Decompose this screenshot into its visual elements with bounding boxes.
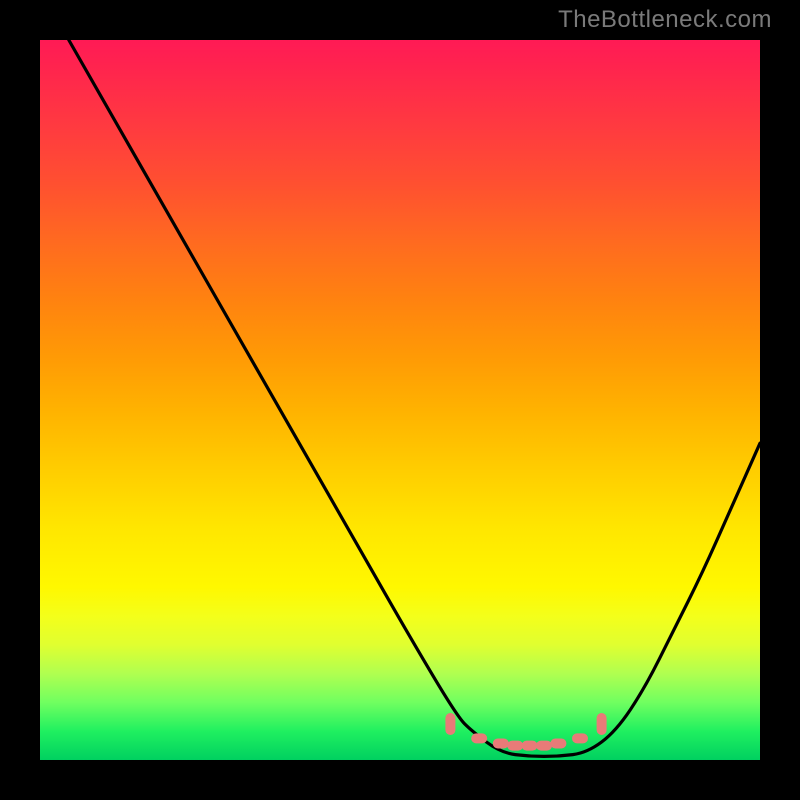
curve-marker: [597, 713, 607, 735]
plot-area: [40, 40, 760, 760]
bottleneck-curve: [69, 40, 760, 756]
curve-marker: [471, 733, 487, 743]
curve-marker: [536, 741, 552, 751]
curve-marker: [550, 738, 566, 748]
curve-marker: [507, 741, 523, 751]
curve-svg: [40, 40, 760, 760]
curve-marker: [445, 713, 455, 735]
curve-marker: [572, 733, 588, 743]
chart-container: TheBottleneck.com: [0, 0, 800, 800]
curve-marker: [493, 738, 509, 748]
curve-marker: [522, 741, 538, 751]
markers-group: [445, 713, 606, 751]
attribution-text: TheBottleneck.com: [558, 6, 772, 34]
